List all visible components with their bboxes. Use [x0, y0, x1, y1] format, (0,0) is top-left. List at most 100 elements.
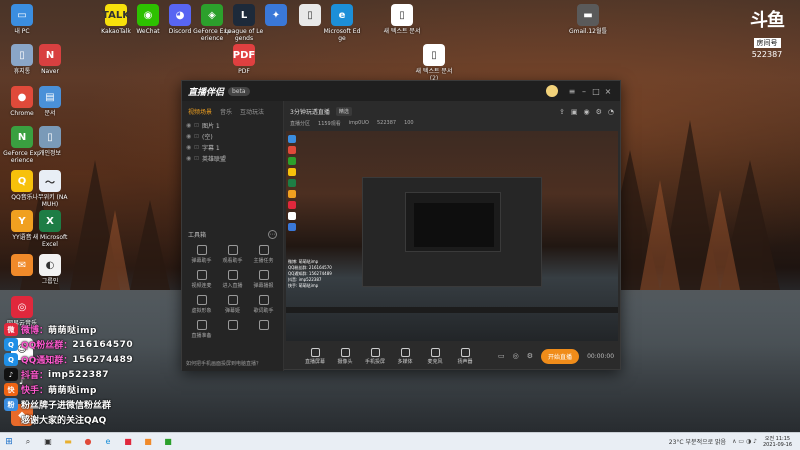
source-label: 摄像头 — [337, 358, 353, 365]
overlay-value: 216164570 — [72, 339, 134, 350]
room-number-label: 房间号 — [753, 38, 781, 48]
left-tab[interactable]: 互动玩法 — [240, 107, 264, 116]
source-button[interactable]: 扬声器 — [453, 347, 477, 365]
minimize-icon[interactable]: – — [578, 87, 590, 96]
desktop-icon[interactable]: ▬ Gmail.12월틀 — [568, 4, 608, 35]
preview-overlay-text: 微博: 萌萌哒imp QQ粉丝群: 216164570 QQ通知群: 1562744… — [288, 259, 332, 289]
lock-icon[interactable]: ⊡ — [194, 144, 202, 151]
tool-label: 弹幕姬 — [224, 308, 240, 314]
room-number: 522387 — [751, 50, 783, 59]
source-button[interactable]: 麦克风 — [423, 347, 447, 365]
desktop-icon[interactable]: PDF PDF — [224, 44, 264, 75]
streaming-companion-window: 直播伴侣 beta ≡ – □ × 视频场景 音乐 互动玩法 ◉ ⊡ 图片 1 ◉ ⊡ (空)… — [181, 80, 621, 371]
desktop-icon[interactable]: 〜 나무위키 (NAMUH) — [30, 170, 70, 208]
toolbox-item[interactable] — [217, 320, 248, 339]
source-button[interactable]: 手机投屏 — [363, 347, 387, 365]
scene-item[interactable]: ◉ ⊡ 字幕 1 — [182, 142, 283, 153]
more-tools-icon[interactable]: ⋯ — [268, 230, 277, 239]
camera-icon[interactable]: ▭ — [498, 352, 505, 360]
visibility-eye-icon[interactable]: ◉ — [186, 155, 194, 162]
start-button[interactable]: ⊞ — [0, 437, 18, 447]
desktop-icon-label: Gmail.12월틀 — [568, 28, 608, 35]
desktop-icon[interactable]: ▭ 내 PC — [2, 4, 42, 35]
desktop-icon[interactable]: X 새 Microsoft Excel — [30, 210, 70, 248]
menu-icon[interactable]: ≡ — [566, 87, 578, 96]
desktop-icon[interactable]: e Microsoft Edge — [322, 4, 362, 42]
lock-icon[interactable]: ⊡ — [194, 122, 202, 129]
preview-desktop-icon — [288, 190, 296, 198]
window-titlebar[interactable]: 直播伴侣 beta ≡ – □ × — [182, 81, 620, 101]
overlay-line-qq: Q QQ粉丝群： 216164570 — [4, 337, 133, 352]
desktop-icon[interactable]: ▯ 새 텍스트 문서 (2) — [414, 44, 454, 82]
toolbox-item[interactable]: 观看助手 — [217, 245, 248, 264]
taskbar: ⊞ ⌕ ▣ ▬ ● e ■ ■ ■ 23°C 부분적으로 맑음 ∧ ▭ ◑ ♪ 오전 11:1… — [0, 432, 800, 450]
screenshot-icon[interactable]: ▣ — [571, 108, 578, 116]
room-info-item: 522387 — [376, 120, 397, 126]
source-buttons: 直播屏幕 摄像头 手机投屏 多媒体 麦克风 扬声器 — [303, 347, 477, 365]
desktop-icon[interactable]: ▯ 개인정보 — [30, 126, 70, 157]
toolbox-item[interactable]: 主播任务 — [248, 245, 279, 264]
tool-label: 直播准备 — [191, 333, 212, 339]
desktop-icon[interactable]: ◐ 그룹인 — [30, 254, 70, 285]
settings-icon[interactable]: ⚙ — [596, 108, 602, 116]
notification-icon[interactable]: ◔ — [608, 108, 614, 116]
overlay-thanks-text: 感谢大家的关注QAQ — [21, 416, 107, 426]
room-tag[interactable]: 精选 — [335, 107, 352, 116]
overlay-line-qq2: Q QQ通知群： 156274489 — [4, 352, 133, 367]
mirror-help-link[interactable]: 如何把手机画面投屏到电脑直播？ — [186, 360, 261, 367]
toolbox-item[interactable]: 弹幕助手 — [186, 245, 217, 264]
toolbox-item[interactable]: 进入直播 — [217, 270, 248, 289]
source-label: 直播屏幕 — [305, 358, 326, 365]
toolbox-item[interactable]: 虚拟形象 — [186, 295, 217, 314]
scene-item[interactable]: ◉ ⊡ 英雄联盟 — [182, 153, 283, 164]
visibility-eye-icon[interactable]: ◉ — [186, 122, 194, 129]
toolbox-item[interactable]: 歌词助手 — [248, 295, 279, 314]
eye-icon[interactable]: ◎ — [513, 352, 519, 360]
user-avatar[interactable] — [546, 85, 558, 97]
visibility-eye-icon[interactable]: ◉ — [186, 133, 194, 140]
lock-icon[interactable]: ⊡ — [194, 133, 202, 140]
taskbar-chrome-icon[interactable]: ● — [81, 436, 95, 448]
taskbar-file-explorer-icon[interactable]: ▬ — [61, 436, 75, 448]
desktop-icon[interactable]: ▤ 문서 — [30, 86, 70, 117]
visibility-eye-icon[interactable]: ◉ — [186, 144, 194, 151]
toolbox-item[interactable] — [248, 320, 279, 339]
start-live-button[interactable]: 开始直播 — [541, 348, 580, 364]
stream-preview[interactable]: 微博: 萌萌哒imp QQ粉丝群: 216164570 QQ通知群: 1562744… — [286, 131, 618, 341]
desktop-app-icon: ◎ — [11, 296, 33, 318]
weather-widget[interactable]: 23°C 부분적으로 맑음 — [669, 437, 726, 446]
toolbox-item[interactable]: 弹幕播报 — [248, 270, 279, 289]
source-button[interactable]: 直播屏幕 — [303, 347, 327, 365]
preview-overlay-line: 快手: 萌萌哒imp — [288, 283, 319, 288]
taskbar-app-red-icon[interactable]: ■ — [121, 436, 135, 448]
overlay-thanks-line: 感谢大家的关注QAQ — [4, 412, 133, 427]
left-tab[interactable]: 音乐 — [220, 107, 232, 116]
maximize-icon[interactable]: □ — [590, 87, 602, 96]
taskbar-task-view-icon[interactable]: ▣ — [41, 436, 55, 448]
room-title[interactable]: 3分钟玩透直播 — [290, 107, 330, 116]
taskbar-edge-icon[interactable]: e — [101, 436, 115, 448]
desktop-icon[interactable]: N Naver — [30, 44, 70, 75]
scene-item[interactable]: ◉ ⊡ (空) — [182, 131, 283, 142]
source-button[interactable]: 多媒体 — [393, 347, 417, 365]
desktop-icon[interactable]: ▯ 새 텍스트 문서 — [382, 4, 422, 35]
record-icon[interactable]: ◉ — [584, 108, 590, 116]
taskbar-search-icon[interactable]: ⌕ — [21, 436, 35, 448]
close-icon[interactable]: × — [602, 87, 614, 96]
source-toolbar: 直播屏幕 摄像头 手机投屏 多媒体 麦克风 扬声器 ▭ ◎ ⚙ 开始直播 00:00:00 — [284, 341, 620, 371]
taskbar-app-green-icon[interactable]: ■ — [161, 436, 175, 448]
toolbox-item[interactable]: 直播准备 — [186, 320, 217, 339]
gear-icon[interactable]: ⚙ — [527, 352, 533, 360]
tool-label: 弹幕助手 — [191, 258, 212, 264]
taskbar-app-orange-icon[interactable]: ■ — [141, 436, 155, 448]
lock-icon[interactable]: ⊡ — [194, 155, 202, 162]
toolbox-item[interactable]: 弹幕姬 — [217, 295, 248, 314]
system-tray-icons[interactable]: ∧ ▭ ◑ ♪ — [732, 438, 757, 445]
share-icon[interactable]: ⇪ — [559, 108, 565, 116]
toolbox-item[interactable]: 视频连麦 — [186, 270, 217, 289]
left-tab[interactable]: 视频场景 — [188, 107, 212, 116]
source-label: 麦克风 — [427, 358, 443, 365]
scene-item[interactable]: ◉ ⊡ 图片 1 — [182, 120, 283, 131]
source-button[interactable]: 摄像头 — [333, 347, 357, 365]
taskbar-clock[interactable]: 오전 11:15 2021-09-16 — [763, 436, 792, 448]
